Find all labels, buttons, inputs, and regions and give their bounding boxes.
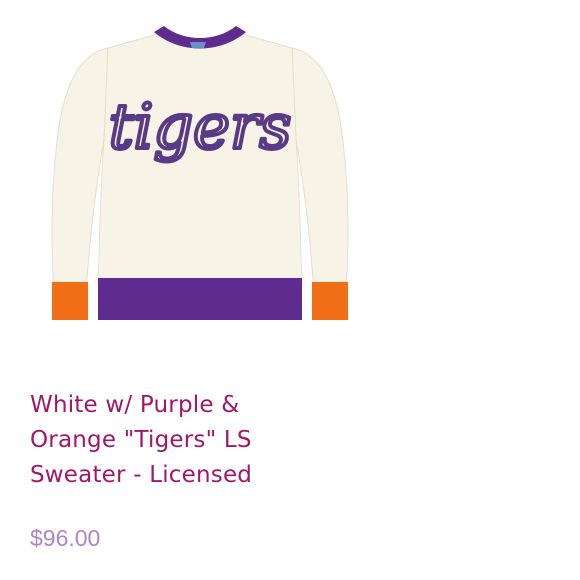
collar-label xyxy=(190,42,206,48)
tigers-lettering: tigers xyxy=(109,90,292,163)
right-orange-cuff xyxy=(312,282,348,320)
purple-waistband xyxy=(98,278,302,320)
product-price: $96.00 xyxy=(30,525,101,551)
product-title[interactable]: White w/ Purple & Orange "Tigers" LS Swe… xyxy=(30,388,330,493)
left-orange-cuff xyxy=(52,282,88,320)
product-image[interactable]: tigers xyxy=(30,20,370,330)
product-card: tigers White w/ Purple & Orange "Tigers"… xyxy=(0,0,580,580)
